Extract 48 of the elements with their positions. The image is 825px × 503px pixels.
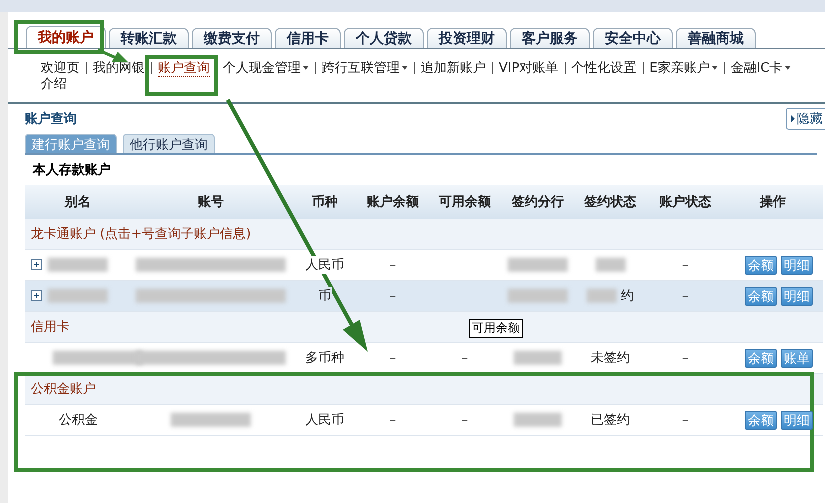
menu-link[interactable]: 跨行互联管理 bbox=[322, 61, 408, 76]
tooltip: 可用余额 bbox=[469, 319, 523, 338]
table-cell: 公积金 bbox=[59, 411, 98, 429]
menu-link[interactable]: 我的网银 bbox=[93, 61, 145, 76]
menu-link[interactable]: 追加新账户 bbox=[421, 61, 486, 76]
expand-icon[interactable] bbox=[31, 290, 42, 302]
column-header: 别名 bbox=[65, 195, 91, 210]
column-header: 签约分行 bbox=[512, 195, 564, 210]
group-title: 本人存款账户 bbox=[33, 162, 111, 179]
arrow bbox=[97, 48, 128, 62]
column-header: 账户状态 bbox=[660, 195, 712, 210]
column-header: 账号 bbox=[198, 195, 224, 210]
nav-tab[interactable]: 缴费支付 bbox=[192, 28, 272, 48]
menu-link[interactable]: 个人现金管理 bbox=[223, 61, 309, 76]
nav-tab[interactable]: 转账汇款 bbox=[109, 28, 189, 48]
table-cell: 约 bbox=[621, 287, 634, 305]
menu-link[interactable]: 介绍 bbox=[41, 77, 67, 92]
column-header: 币种 bbox=[312, 195, 338, 210]
query-tab[interactable]: 他行账户查询 bbox=[123, 134, 215, 153]
menu-link[interactable]: VIP对账单 bbox=[499, 61, 559, 76]
triangle-icon bbox=[791, 115, 795, 123]
table-cell: 多币种 bbox=[306, 349, 344, 367]
section-title: 信用卡 bbox=[31, 320, 70, 335]
column-header: 操作 bbox=[760, 195, 786, 210]
menu-link[interactable]: 个性化设置 bbox=[572, 61, 637, 76]
expand-icon[interactable] bbox=[31, 259, 42, 270]
menu-link[interactable]: 欢迎页 bbox=[41, 61, 80, 76]
column-header: 签约状态 bbox=[584, 195, 636, 210]
panel-title: 账户查询 bbox=[25, 110, 77, 128]
nav-tab[interactable]: 信用卡 bbox=[275, 28, 341, 48]
table-cell: 人民币 bbox=[306, 411, 344, 429]
section-title: 公积金账户 bbox=[31, 382, 96, 397]
menu-link[interactable]: 金融IC卡 bbox=[730, 61, 791, 76]
nav-tab[interactable]: 个人贷款 bbox=[344, 28, 424, 48]
table-cell: 已签约 bbox=[591, 411, 630, 429]
nav-tab[interactable]: 安全中心 bbox=[593, 28, 673, 48]
menu-link[interactable]: E家亲账户 bbox=[650, 61, 718, 76]
hide-button[interactable]: 隐藏 bbox=[786, 108, 825, 130]
menu-link[interactable]: 账户查询 bbox=[158, 61, 210, 77]
table-cell: 未签约 bbox=[591, 349, 630, 367]
nav-tab[interactable]: 投资理财 bbox=[427, 28, 507, 48]
nav-tab[interactable]: 善融商城 bbox=[676, 28, 756, 48]
column-header: 账户余额 bbox=[367, 195, 419, 210]
nav-tab[interactable]: 我的账户 bbox=[26, 26, 106, 48]
column-header: 可用余额 bbox=[439, 195, 491, 210]
table-cell: 人民币 bbox=[306, 256, 344, 274]
nav-tab[interactable]: 客户服务 bbox=[510, 28, 590, 48]
section-title: 龙卡通账户 (点击+号查询子账户信息) bbox=[31, 227, 252, 242]
